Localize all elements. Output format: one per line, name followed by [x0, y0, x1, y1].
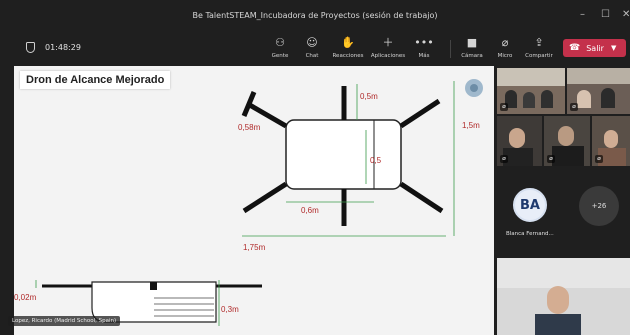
dim-label-5: 0,6m: [301, 206, 319, 215]
reactions-label: Reacciones: [332, 53, 364, 59]
dim-label-3: 1,5m: [462, 121, 480, 130]
participant-video-1[interactable]: ⌀: [497, 68, 565, 114]
more-icon: •••: [414, 36, 434, 49]
mic-off-icon: ⌀: [595, 155, 603, 163]
avatar-name: Blanca Fernand...: [506, 231, 554, 237]
participant-video-5[interactable]: ⌀: [592, 116, 630, 166]
mic-off-icon: ⌀: [547, 155, 555, 163]
participant-video-2[interactable]: ⌀: [567, 68, 630, 114]
side-camera: [150, 282, 157, 290]
dim-label-4: 0,5: [370, 156, 382, 165]
chevron-down-icon[interactable]: ▼: [611, 44, 616, 52]
reactions-icon: ✋: [341, 36, 355, 49]
shared-screen: 0,5m 0,58m 1,5m 0,5 0,6m 1,75m 0,02m 0,3…: [14, 66, 494, 335]
more-button[interactable]: ••• Más: [402, 36, 446, 59]
presenter-video[interactable]: [497, 258, 630, 335]
speaker-name-tag: Lopez, Ricardo (Madrid School, Spain): [8, 316, 121, 326]
mic-off-icon: ⌀: [570, 103, 578, 111]
minimize-button[interactable]: –: [580, 9, 585, 20]
participant-video-4[interactable]: ⌀: [544, 116, 590, 166]
window-title: Be TalentSTEAM_Incubadora de Proyectos (…: [192, 11, 438, 20]
dim-label-8: 0,3m: [221, 305, 239, 314]
dim-label-6: 1,75m: [243, 243, 266, 252]
share-button[interactable]: ⇪ Compartir: [517, 36, 561, 59]
share-icon: ⇪: [534, 36, 544, 49]
arm-bottom-left: [242, 181, 288, 214]
close-button[interactable]: ✕: [622, 9, 630, 20]
drone-body: [285, 119, 402, 190]
dim-label-2: 0,58m: [238, 123, 261, 132]
leave-label: Salir: [586, 43, 604, 53]
share-label: Compartir: [525, 53, 553, 59]
drone-diagram: 0,5m 0,58m 1,5m 0,5 0,6m 1,75m 0,02m 0,3…: [14, 79, 483, 326]
mic-off-icon: ⌀: [500, 103, 508, 111]
arm-top-right: [399, 98, 441, 129]
dim-label-1: 0,5m: [360, 92, 378, 101]
meeting-timer: 01:48:29: [26, 42, 81, 53]
avatar[interactable]: BA: [513, 188, 547, 222]
reactions-button[interactable]: ✋ Reacciones: [326, 36, 370, 59]
timer-text: 01:48:29: [45, 43, 81, 52]
phone-hangup-icon: ☎: [569, 43, 581, 53]
mic-off-icon: ⌀: [500, 155, 508, 163]
title-bar: Be TalentSTEAM_Incubadora de Proyectos (…: [0, 0, 630, 34]
maximize-button[interactable]: ☐: [601, 9, 610, 20]
dim-label-7: 0,02m: [14, 293, 37, 302]
more-participants-button[interactable]: +26: [579, 186, 619, 226]
shared-title: Dron de Alcance Mejorado: [20, 71, 171, 89]
leave-button[interactable]: ☎ Salir ▼: [563, 39, 626, 57]
participant-video-3[interactable]: ⌀: [497, 116, 542, 166]
shield-icon: [26, 42, 35, 53]
arm-bottom-right: [399, 181, 444, 214]
more-label: Más: [418, 53, 430, 59]
